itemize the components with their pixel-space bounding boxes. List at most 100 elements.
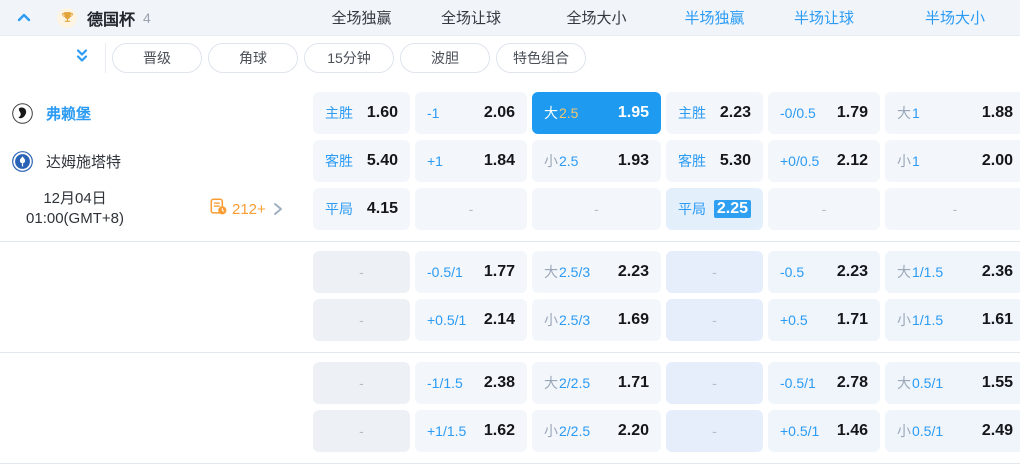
filter-pill[interactable]: 晋级 — [112, 43, 202, 73]
odds-label: 大1 — [897, 105, 920, 121]
odds-value: 1.46 — [836, 422, 868, 439]
odds-value: 1.93 — [617, 152, 649, 169]
home-team-cell[interactable]: 弗赖堡 — [0, 92, 308, 134]
odds-label: 小2.5 — [544, 153, 579, 169]
filter-pill[interactable]: 波胆 — [400, 43, 490, 73]
odds-cell[interactable]: -0.5 2.23 — [768, 251, 880, 293]
odds-cell[interactable]: 大1 1.88 — [885, 92, 1020, 134]
odds-cell[interactable]: 主胜 2.23 — [666, 92, 763, 134]
tab-market-4[interactable]: 半场让球 — [768, 7, 880, 28]
odds-value: 2.14 — [483, 311, 515, 328]
match-datetime: 12月04日 01:00(GMT+8) — [0, 189, 150, 230]
odds-value: 1.84 — [483, 152, 515, 169]
double-chevron-down-icon[interactable] — [73, 47, 91, 70]
odds-value: 2.23 — [836, 263, 868, 280]
odds-cell[interactable]: 大0.5/1 1.55 — [885, 362, 1020, 404]
odds-label: 大1/1.5 — [897, 264, 944, 280]
tab-market-3[interactable]: 半场独赢 — [666, 7, 763, 28]
odds-value: 1.55 — [981, 374, 1013, 391]
odds-cell-empty: - — [313, 299, 410, 341]
odds-cell[interactable]: +1/1.5 1.62 — [415, 410, 527, 452]
odds-label: -0.5/1 — [427, 264, 463, 280]
odds-value: 1.69 — [617, 311, 649, 328]
odds-cell[interactable]: +1 1.84 — [415, 140, 527, 182]
filter-pill[interactable]: 特色组合 — [496, 43, 586, 73]
odds-label: 客胜 — [325, 153, 353, 169]
odds-cell[interactable]: -1 2.06 — [415, 92, 527, 134]
tab-market-0[interactable]: 全场独赢 — [313, 7, 410, 28]
odds-label: 小0.5/1 — [897, 423, 944, 439]
odds-value: 2.25 — [713, 200, 751, 218]
odds-cell[interactable]: 小1 2.00 — [885, 140, 1020, 182]
tab-market-5[interactable]: 半场大小 — [885, 7, 1020, 28]
odds-cell[interactable]: +0.5/1 1.46 — [768, 410, 880, 452]
odds-label: 大2.5/3 — [544, 264, 591, 280]
odds-label: 主胜 — [325, 105, 353, 121]
odds-label: 小1/1.5 — [897, 312, 944, 328]
odds-label: -1/1.5 — [427, 375, 463, 391]
divider — [0, 463, 1020, 464]
odds-cell[interactable]: +0.5 1.71 — [768, 299, 880, 341]
odds-cell[interactable]: -1/1.5 2.38 — [415, 362, 527, 404]
odds-label: +1 — [427, 153, 443, 169]
odds-cell-empty: - — [415, 188, 527, 230]
expand-all-box[interactable] — [0, 43, 106, 73]
odds-cell[interactable]: 大2/2.5 1.71 — [532, 362, 661, 404]
odds-cell[interactable]: -0.5/1 2.78 — [768, 362, 880, 404]
odds-cell[interactable]: 大1/1.5 2.36 — [885, 251, 1020, 293]
tab-market-2[interactable]: 全场大小 — [532, 7, 661, 28]
away-team-row: 达姆施塔特 客胜 5.40 +1 1.84 小2.5 1.93 客胜 5.30 +0/0.5 2.… — [0, 140, 1020, 182]
trophy-icon — [57, 7, 77, 28]
odds-cell[interactable]: 大2.5 1.95 — [532, 92, 661, 134]
filter-pill[interactable]: 角球 — [208, 43, 298, 73]
odds-label: 小1 — [897, 153, 920, 169]
odds-value: 1.77 — [483, 263, 515, 280]
odds-cell[interactable]: -0.5/1 1.77 — [415, 251, 527, 293]
odds-cell[interactable]: 主胜 1.60 — [313, 92, 410, 134]
odds-value: 1.95 — [617, 104, 649, 121]
away-team-cell[interactable]: 达姆施塔特 — [0, 140, 308, 182]
odds-value: 2.00 — [981, 152, 1013, 169]
odds-value: 5.40 — [366, 152, 398, 169]
odds-cell-empty: - — [313, 362, 410, 404]
odds-cell[interactable]: 小2/2.5 2.20 — [532, 410, 661, 452]
odds-cell[interactable]: 小2.5 1.93 — [532, 140, 661, 182]
odds-cell-empty: - — [666, 410, 763, 452]
odds-cell[interactable]: -0/0.5 1.79 — [768, 92, 880, 134]
odds-cell[interactable]: 客胜 5.30 — [666, 140, 763, 182]
markets-list-icon — [210, 198, 227, 220]
match-meta-row: 12月04日 01:00(GMT+8) 212+ 平局 4.15- - 平局 2.25-… — [0, 188, 1020, 230]
away-team-badge-icon — [12, 150, 33, 172]
match-time: 01:00(GMT+8) — [26, 210, 124, 227]
collapse-up-icon[interactable] — [15, 9, 33, 27]
odds-cell-empty: - — [666, 299, 763, 341]
alt-odds-row: - -0.5/1 1.77 大2.5/3 2.23- -0.5 2.23 大1/1.5 2.36 — [0, 251, 1020, 293]
odds-cell[interactable]: 小2.5/3 1.69 — [532, 299, 661, 341]
odds-label: 大2.5 — [544, 105, 579, 121]
tab-market-1[interactable]: 全场让球 — [415, 7, 527, 28]
odds-label: 平局 — [325, 201, 353, 217]
odds-cell[interactable]: 大2.5/3 2.23 — [532, 251, 661, 293]
odds-cell-empty: - — [885, 188, 1020, 230]
home-team-row: 弗赖堡 主胜 1.60 -1 2.06 大2.5 1.95 主胜 2.23 -0/0.5 1.79… — [0, 92, 1020, 134]
odds-label: 小2/2.5 — [544, 423, 591, 439]
odds-cell[interactable]: +0.5/1 2.14 — [415, 299, 527, 341]
odds-label: 大2/2.5 — [544, 375, 591, 391]
odds-value: 2.49 — [981, 422, 1013, 439]
match-meta-cell: 12月04日 01:00(GMT+8) 212+ — [0, 188, 308, 230]
odds-value: 2.20 — [617, 422, 649, 439]
odds-cell[interactable]: 客胜 5.40 — [313, 140, 410, 182]
odds-value: 2.78 — [836, 374, 868, 391]
home-team-badge-icon — [12, 102, 33, 124]
odds-cell[interactable]: 小0.5/1 2.49 — [885, 410, 1020, 452]
more-markets-link[interactable]: 212+ — [210, 198, 284, 220]
odds-label: +0.5/1 — [427, 312, 467, 328]
odds-cell[interactable]: 平局 2.25 — [666, 188, 763, 230]
filter-pill[interactable]: 15分钟 — [304, 43, 394, 73]
odds-cell[interactable]: +0/0.5 2.12 — [768, 140, 880, 182]
odds-cell[interactable]: 平局 4.15 — [313, 188, 410, 230]
odds-cell[interactable]: 小1/1.5 1.61 — [885, 299, 1020, 341]
odds-label: -0.5 — [780, 264, 805, 280]
alt-odds-row: - +0.5/1 2.14 小2.5/3 1.69- +0.5 1.71 小1/1.5 1.61 — [0, 299, 1020, 341]
odds-value: 1.71 — [617, 374, 649, 391]
